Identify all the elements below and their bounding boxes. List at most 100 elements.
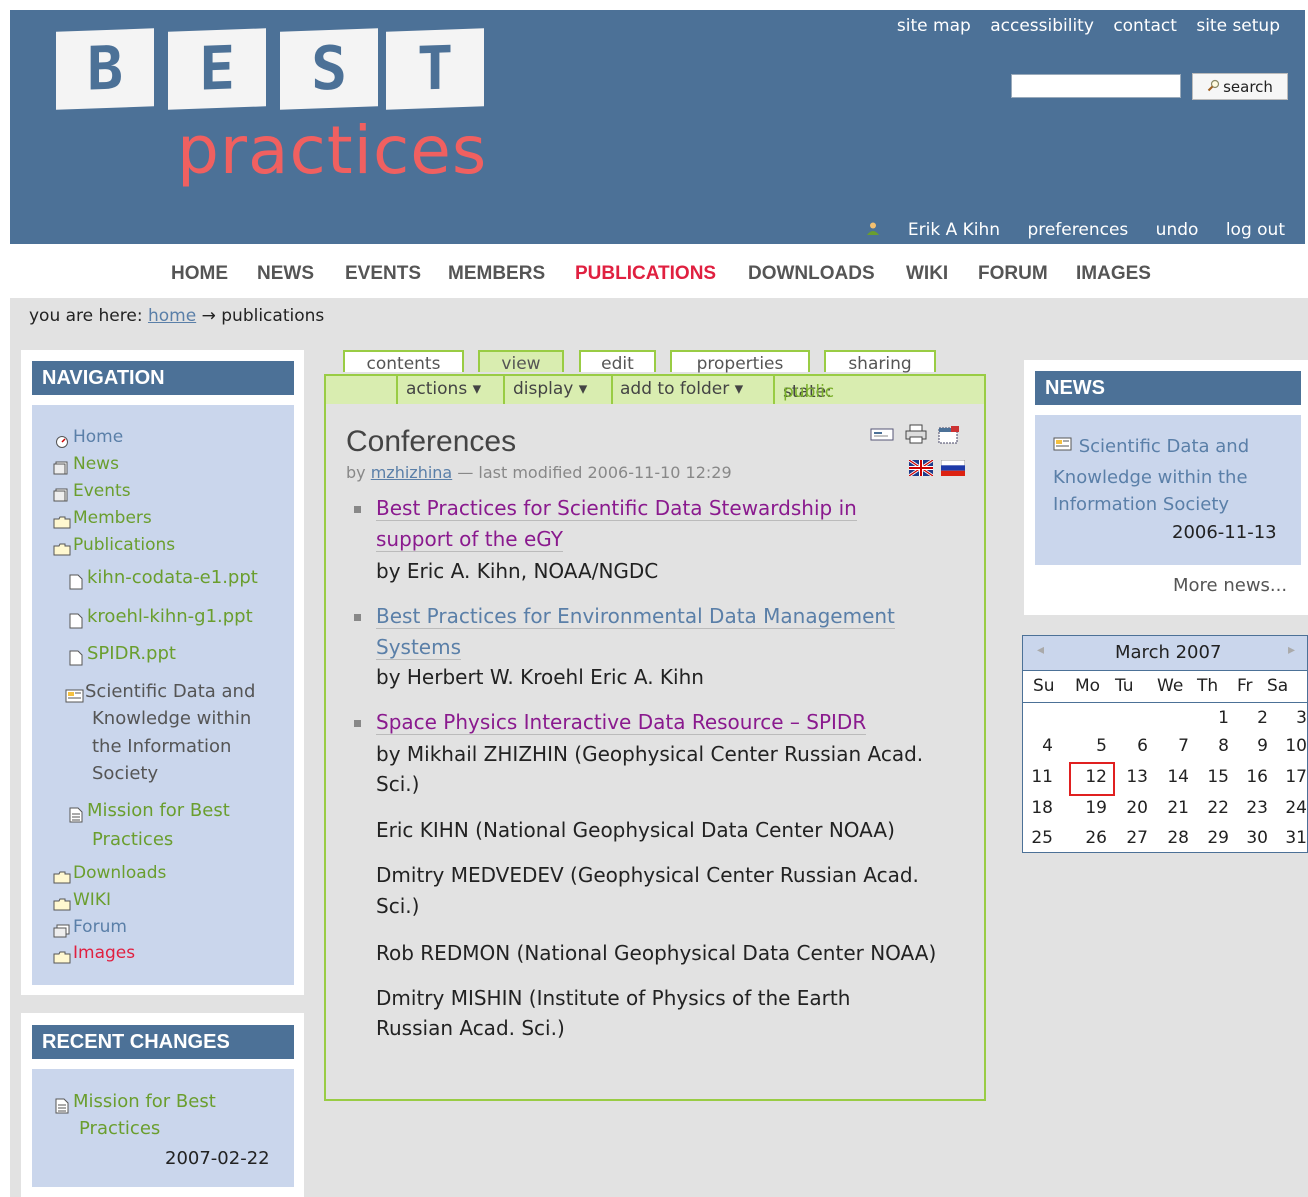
calendar-day-17[interactable]: 17 [1281,767,1307,787]
undo-link[interactable]: undo [1156,220,1199,240]
bullet-2 [354,614,361,621]
nav-item-home[interactable]: Home [53,424,123,451]
entry-3-link[interactable]: Space Physics Interactive Data Resource … [376,710,867,735]
nav-item-spidr[interactable]: SPIDR.ppt [67,640,176,667]
byline-modified: — last modified 2006-11-10 12:29 [457,463,732,482]
nav-item-scientific-data[interactable]: Scientific Data and [65,678,255,705]
calendar-day-31[interactable]: 31 [1281,828,1307,848]
calendar-day-20[interactable]: 20 [1122,798,1148,818]
tab-view[interactable]: view [478,350,564,374]
site-logo[interactable]: B E S T [44,28,484,110]
english-flag-icon[interactable] [908,458,934,480]
user-link[interactable]: Erik A Kihn [844,220,1005,240]
russian-flag-icon[interactable] [940,459,966,480]
preferences-link[interactable]: preferences [1027,220,1128,240]
nav-item-members[interactable]: Members [53,505,152,532]
entry-3-title: Space Physics Interactive Data Resource … [376,710,867,735]
calendar-day-24[interactable]: 24 [1281,798,1307,818]
calendar-next-button[interactable]: ▸ [1288,642,1295,658]
nav-item-downloads[interactable]: Downloads [53,860,166,887]
breadcrumb-home-link[interactable]: home [148,306,196,326]
entry-2-link[interactable]: Best Practices for Environmental Data Ma… [376,604,895,629]
calendar-day-23[interactable]: 23 [1242,798,1268,818]
news-item-date: 2006-11-13 [1172,522,1277,543]
nav-tab-publications[interactable]: PUBLICATIONS [575,263,716,285]
calendar-day-3[interactable]: 3 [1281,708,1307,728]
search-input[interactable] [1011,74,1181,98]
site-map-link[interactable]: site map [897,16,971,36]
calendar-day-29[interactable]: 29 [1203,828,1229,848]
tab-properties[interactable]: properties [670,350,810,374]
events-folder-icon [53,484,71,502]
site-setup-link[interactable]: site setup [1196,16,1280,36]
nav-item-news[interactable]: News [53,451,119,478]
search-button[interactable]: search [1192,73,1288,100]
calendar-day-7[interactable]: 7 [1163,736,1189,756]
print-icon[interactable] [904,424,928,448]
nav-item-publications[interactable]: Publications [53,532,175,559]
send-to-icon[interactable] [870,426,894,446]
nav-item-kihn-codata[interactable]: kihn-codata-e1.ppt [67,564,258,591]
calendar-day-19[interactable]: 19 [1081,798,1107,818]
calendar-day-8[interactable]: 8 [1203,736,1229,756]
actions-menu[interactable]: actions ▾ [406,379,481,399]
calendar-day-5[interactable]: 5 [1081,736,1107,756]
nav-tab-events[interactable]: EVENTS [345,263,421,285]
author-link[interactable]: mzhizhina [371,463,453,482]
nav-tab-home[interactable]: HOME [171,263,228,285]
accessibility-link[interactable]: accessibility [990,16,1094,36]
logout-link[interactable]: log out [1226,220,1285,240]
nav-tab-forum[interactable]: FORUM [978,263,1048,285]
nav-item-kroehl-kihn[interactable]: kroehl-kihn-g1.ppt [67,603,253,630]
nav-item-forum[interactable]: Forum [53,914,127,941]
entry-1-link[interactable]: Best Practices for Scientific Data Stewa… [376,496,857,521]
recent-changes-title: RECENT CHANGES [32,1025,294,1059]
logo-letter-e: E [168,28,266,110]
nav-tab-downloads[interactable]: DOWNLOADS [748,263,875,285]
contact-link[interactable]: contact [1113,16,1177,36]
tab-sharing[interactable]: sharing [824,350,936,374]
nav-item-scientific-data-line3: the Information [92,736,232,757]
nav-item-mission[interactable]: Mission for Best [67,797,230,824]
tab-edit[interactable]: edit [579,350,656,374]
nav-item-wiki[interactable]: WIKI [53,887,111,914]
tab-contents[interactable]: contents [343,350,464,374]
calendar-day-30[interactable]: 30 [1242,828,1268,848]
more-news-link[interactable]: More news... [1173,575,1287,596]
calendar-day-18[interactable]: 18 [1027,798,1053,818]
add-to-folder-menu[interactable]: add to folder ▾ [620,379,743,399]
display-menu[interactable]: display ▾ [513,379,587,399]
calendar-day-16[interactable]: 16 [1242,767,1268,787]
calendar-day-26[interactable]: 26 [1081,828,1107,848]
calendar-day-10[interactable]: 10 [1281,736,1307,756]
entry-2-link-cont[interactable]: Systems [376,635,461,660]
entry-1-link-cont[interactable]: support of the eGY [376,527,563,552]
calendar-day-27[interactable]: 27 [1122,828,1148,848]
calendar-day-13[interactable]: 13 [1122,767,1148,787]
full-screen-icon[interactable] [937,425,961,449]
nav-tab-members[interactable]: MEMBERS [448,263,545,285]
nav-tab-news[interactable]: NEWS [257,263,314,285]
calendar-day-1[interactable]: 1 [1203,708,1229,728]
nav-item-events[interactable]: Events [53,478,131,505]
calendar-day-4[interactable]: 4 [1027,736,1053,756]
calendar-day-2[interactable]: 2 [1242,708,1268,728]
calendar-day-25[interactable]: 25 [1027,828,1053,848]
calendar-month: March 2007 [1115,642,1222,663]
calendar-day-9[interactable]: 9 [1242,736,1268,756]
calendar-header: ◂ March 2007 ▸ [1023,636,1307,670]
calendar-day-6[interactable]: 6 [1122,736,1148,756]
calendar-day-14[interactable]: 14 [1163,767,1189,787]
calendar-day-28[interactable]: 28 [1163,828,1189,848]
calendar-day-15[interactable]: 15 [1203,767,1229,787]
calendar-prev-button[interactable]: ◂ [1037,642,1044,658]
news-item-link[interactable]: Scientific Data and [1053,432,1249,462]
nav-tab-images[interactable]: IMAGES [1076,263,1151,285]
recent-change-item[interactable]: Mission for Best [53,1088,216,1115]
calendar-day-22[interactable]: 22 [1203,798,1229,818]
calendar-day-21[interactable]: 21 [1163,798,1189,818]
nav-item-images[interactable]: Images [53,940,135,967]
calendar-day-11[interactable]: 11 [1027,767,1053,787]
author-paragraph-4: Dmitry MISHIN (Institute of Physics of t… [376,986,851,1010]
nav-tab-wiki[interactable]: WIKI [906,263,948,285]
